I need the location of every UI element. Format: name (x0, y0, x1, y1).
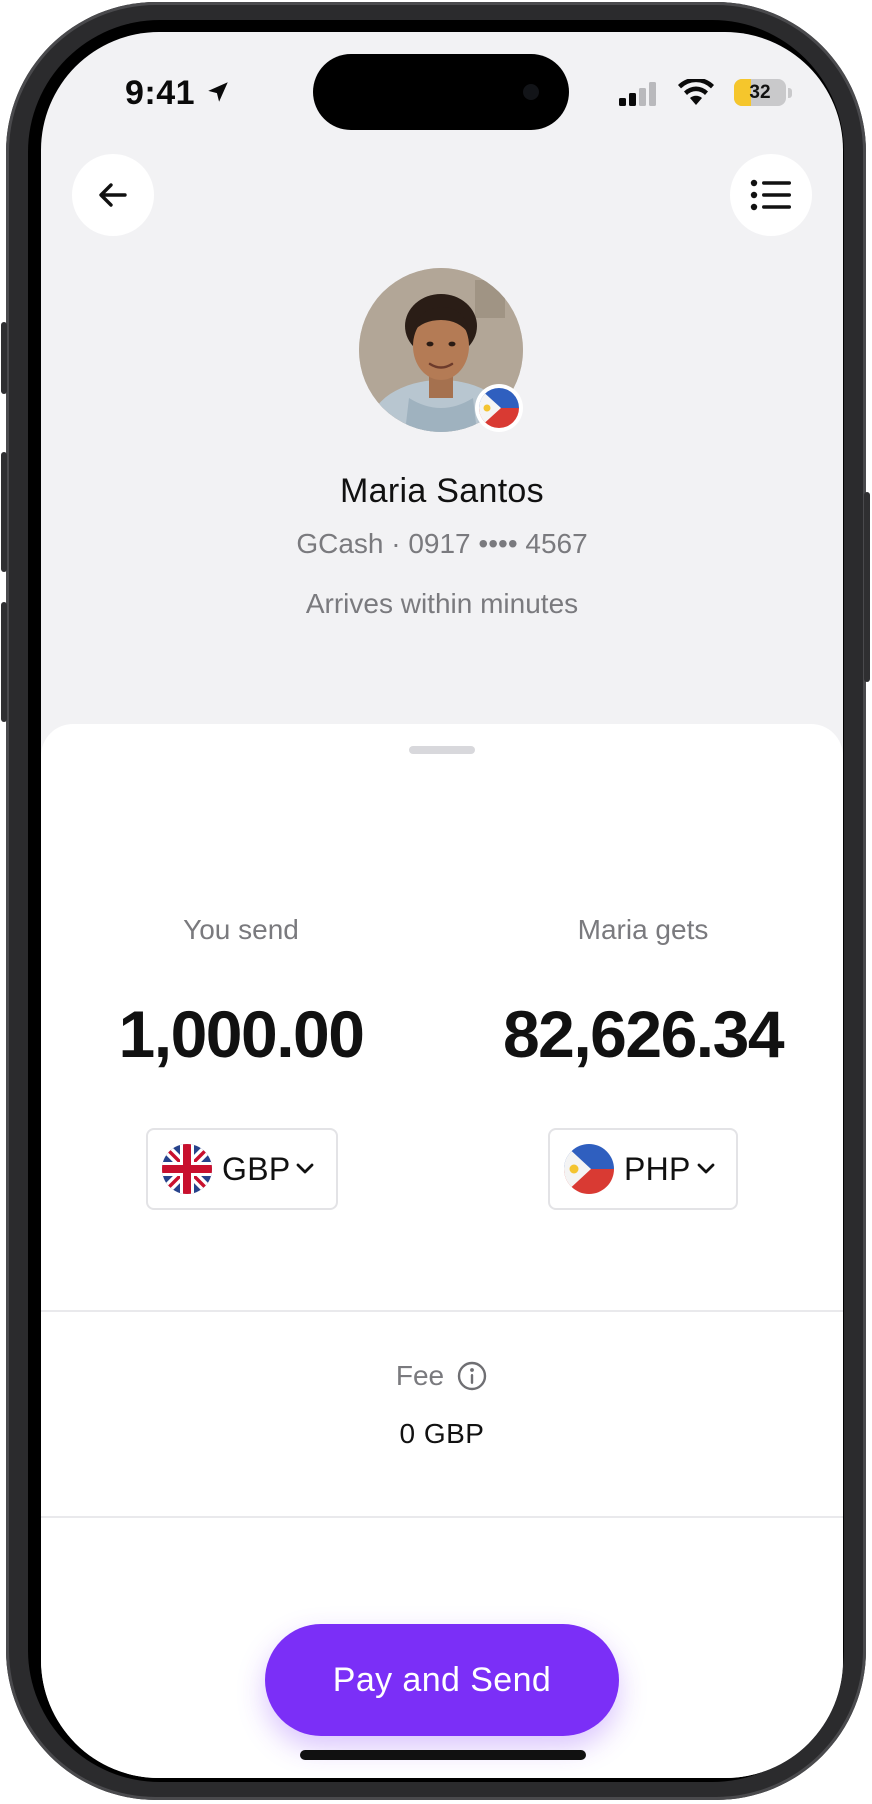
recipient-account: GCash · 0917 •••• 4567 (296, 528, 588, 559)
philippines-flag-icon (564, 1144, 614, 1194)
action-button (1, 322, 7, 394)
pay-and-send-button[interactable]: Pay and Send (265, 1624, 619, 1736)
divider-top (41, 1310, 843, 1312)
battery-percentage: 32 (749, 82, 771, 103)
wifi-icon (678, 79, 714, 105)
recipient-country-flag-badge (475, 384, 523, 432)
uk-flag-icon (162, 1144, 212, 1194)
list-icon (750, 179, 791, 211)
location-arrow-icon (208, 82, 228, 102)
back-button[interactable] (72, 154, 154, 236)
power-button (864, 492, 870, 682)
arrow-left-icon (99, 183, 127, 207)
camera-icon (523, 84, 539, 100)
receive-label: Maria gets (577, 914, 709, 945)
fee-row: Fee (41, 1360, 843, 1392)
send-amount[interactable]: 1,000.00 (41, 996, 441, 1072)
fee-value: 0 GBP (399, 1418, 485, 1449)
chevron-down-icon (697, 1163, 715, 1174)
sheet-grabber[interactable] (409, 746, 475, 754)
info-icon[interactable] (456, 1360, 488, 1392)
receive-currency-code: PHP (624, 1150, 691, 1187)
battery-icon: 32 (734, 79, 786, 106)
receive-amount[interactable]: 82,626.34 (443, 996, 843, 1072)
phone-frame: 9:41 32 Maria Santos GCash · 0917 •••• 4… (1, 2, 870, 1800)
cellular-signal-icon (619, 82, 656, 106)
screen: 9:41 32 Maria Santos GCash · 0917 •••• 4… (41, 32, 843, 1778)
send-currency-code: GBP (222, 1150, 291, 1187)
details-list-button[interactable] (730, 154, 812, 236)
battery-tip (788, 88, 792, 98)
dynamic-island (313, 54, 569, 130)
volume-up-button (1, 452, 7, 572)
philippines-flag-icon (479, 388, 519, 428)
volume-down-button (1, 602, 7, 722)
status-time: 9:41 (125, 74, 196, 112)
receive-currency-select[interactable]: PHP (548, 1128, 738, 1210)
chevron-down-icon (297, 1163, 314, 1174)
send-currency-select[interactable]: GBP (146, 1128, 338, 1210)
status-bar: 9:41 32 (41, 32, 843, 142)
transfer-sheet: You send 1,000.00 GBP Maria gets 82,626.… (41, 724, 843, 1778)
send-label: You send (183, 914, 299, 945)
delivery-eta: Arrives within minutes (305, 588, 579, 619)
recipient-name: Maria Santos (340, 472, 544, 510)
fee-label: Fee (395, 1360, 445, 1391)
divider-bottom (41, 1516, 843, 1518)
home-indicator[interactable] (300, 1750, 586, 1760)
